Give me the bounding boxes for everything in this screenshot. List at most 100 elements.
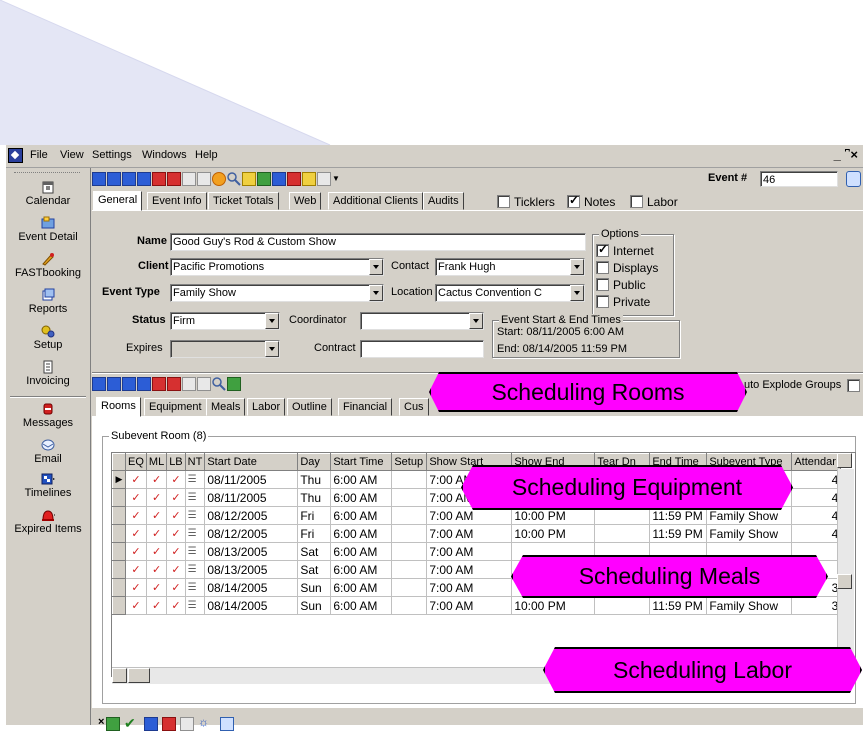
sub-delete-icon[interactable] <box>152 377 166 391</box>
status-dropdown-icon[interactable] <box>265 313 279 329</box>
eq-check-icon[interactable]: ✓ <box>125 470 147 489</box>
menu-settings[interactable]: Settings <box>92 149 132 161</box>
cell-start-time[interactable]: 6:00 AM <box>330 470 393 489</box>
menu-windows[interactable]: Windows <box>142 149 187 161</box>
sidebar-item-setup[interactable]: Setup <box>6 324 90 351</box>
lb-check-icon[interactable]: ✓ <box>166 524 186 543</box>
lb-check-icon[interactable]: ✓ <box>166 488 186 507</box>
private-checkbox[interactable] <box>596 295 609 308</box>
delete-record-icon[interactable] <box>152 172 166 186</box>
cell-start-date[interactable]: 08/14/2005 <box>204 596 299 615</box>
tab-general[interactable]: General <box>93 191 143 211</box>
ml-check-icon[interactable]: ✓ <box>146 578 168 597</box>
sub-first-icon[interactable] <box>92 377 106 391</box>
notes-checkbox[interactable] <box>567 193 580 208</box>
previous-record-icon[interactable] <box>107 172 121 186</box>
cell-attendance[interactable]: 4 <box>791 506 842 525</box>
edit-icon[interactable] <box>272 172 286 186</box>
lb-check-icon[interactable]: ✓ <box>166 470 186 489</box>
lb-check-icon[interactable]: ✓ <box>166 560 186 579</box>
tab-audits[interactable]: Audits <box>423 192 464 210</box>
sidebar-item-calendar[interactable]: Calendar <box>6 180 90 207</box>
expires-dropdown-icon[interactable] <box>265 341 279 357</box>
cell-day[interactable]: Thu <box>297 488 332 507</box>
cell-attendance[interactable]: 4 <box>791 488 842 507</box>
flag-icon[interactable] <box>257 172 271 186</box>
cell-start-date[interactable]: 08/13/2005 <box>204 542 299 561</box>
cell-show-start[interactable]: 7:00 AM <box>426 524 513 543</box>
horizontal-scroll-thumb[interactable] <box>128 668 150 683</box>
cell-start-time[interactable]: 6:00 AM <box>330 542 393 561</box>
cell-setup[interactable] <box>391 560 428 579</box>
location-dropdown-icon[interactable] <box>570 285 584 301</box>
export-icon[interactable] <box>106 717 120 731</box>
column-day[interactable]: Day <box>297 453 332 471</box>
tab-event-info[interactable]: Event Info <box>147 192 207 210</box>
client-field[interactable]: Pacific Promotions <box>170 258 384 276</box>
checkmark-icon[interactable]: ✔ <box>124 715 138 731</box>
sub-flag-icon[interactable] <box>227 377 241 391</box>
grid-vertical-scrollbar[interactable] <box>837 469 854 677</box>
eq-check-icon[interactable]: ✓ <box>125 542 147 561</box>
ml-check-icon[interactable]: ✓ <box>146 470 168 489</box>
cell-setup[interactable] <box>391 596 428 615</box>
notes-icon[interactable]: ☰ <box>185 596 206 615</box>
cell-start-date[interactable]: 08/11/2005 <box>204 470 299 489</box>
cell-start-time[interactable]: 6:00 AM <box>330 488 393 507</box>
cell-attendance[interactable]: 4 <box>791 524 842 543</box>
cell-setup[interactable] <box>391 578 428 597</box>
lb-check-icon[interactable]: ✓ <box>166 596 186 615</box>
auto-explode-checkbox[interactable] <box>847 379 860 392</box>
lb-check-icon[interactable]: ✓ <box>166 578 186 597</box>
cell-start-date[interactable]: 08/11/2005 <box>204 488 299 507</box>
cell-tear-down[interactable] <box>594 524 651 543</box>
cell-day[interactable]: Sun <box>297 596 332 615</box>
first-record-icon[interactable] <box>92 172 106 186</box>
cell-start-date[interactable]: 08/13/2005 <box>204 560 299 579</box>
scroll-thumb[interactable] <box>837 574 852 589</box>
cell-end-time[interactable]: 11:59 PM <box>649 596 708 615</box>
column-nt[interactable]: NT <box>184 453 206 471</box>
notes-icon[interactable]: ☰ <box>185 470 206 489</box>
sub-previous-icon[interactable] <box>107 377 121 391</box>
sidebar-item-event-detail[interactable]: Event Detail <box>6 216 90 243</box>
eq-check-icon[interactable]: ✓ <box>125 560 147 579</box>
ml-check-icon[interactable]: ✓ <box>146 488 168 507</box>
app-logo-icon[interactable] <box>8 148 23 163</box>
cell-day[interactable]: Sun <box>297 578 332 597</box>
add-record-icon[interactable] <box>167 172 181 186</box>
ml-check-icon[interactable]: ✓ <box>146 542 168 561</box>
eq-check-icon[interactable]: ✓ <box>125 578 147 597</box>
next-record-icon[interactable] <box>122 172 136 186</box>
cell-show-start[interactable]: 7:00 AM <box>426 542 513 561</box>
cell-start-time[interactable]: 6:00 AM <box>330 578 393 597</box>
close-icon[interactable]: × <box>98 716 104 728</box>
last-record-icon[interactable] <box>137 172 151 186</box>
search-icon[interactable] <box>227 172 241 186</box>
cell-start-date[interactable]: 08/14/2005 <box>204 578 299 597</box>
sidebar-item-messages[interactable]: Messages <box>6 402 90 429</box>
cell-attendance[interactable]: 4 <box>791 470 842 489</box>
cell-start-date[interactable]: 08/12/2005 <box>204 506 299 525</box>
notes-icon[interactable]: ☰ <box>185 560 206 579</box>
internet-checkbox[interactable] <box>596 242 609 257</box>
cell-show-end[interactable]: 10:00 PM <box>511 596 596 615</box>
window-controls[interactable]: _ ͆× <box>834 147 861 162</box>
column-attendance[interactable]: Attendar <box>791 453 842 471</box>
people-icon[interactable] <box>144 717 158 731</box>
contact-dropdown-icon[interactable] <box>570 259 584 275</box>
tab-rooms[interactable]: Rooms <box>96 397 141 417</box>
cell-show-start[interactable]: 7:00 AM <box>426 596 513 615</box>
menu-help[interactable]: Help <box>195 149 218 161</box>
menu-view[interactable]: View <box>60 149 84 161</box>
tab-equipment[interactable]: Equipment <box>144 398 207 416</box>
contract-field[interactable] <box>360 340 484 358</box>
sidebar-item-invoicing[interactable]: Invoicing <box>6 360 90 387</box>
cell-subevent-type[interactable]: Family Show <box>706 596 793 615</box>
table-row[interactable]: ✓ ✓ ✓ ☰ 08/12/2005 Fri 6:00 AM 7:00 AM 10:00 PM 1… <box>112 524 842 543</box>
sub-add-icon[interactable] <box>167 377 181 391</box>
cell-show-end[interactable]: 10:00 PM <box>511 524 596 543</box>
expires-field[interactable] <box>170 340 280 358</box>
cell-start-time[interactable]: 6:00 AM <box>330 506 393 525</box>
event-type-dropdown-icon[interactable] <box>369 285 383 301</box>
